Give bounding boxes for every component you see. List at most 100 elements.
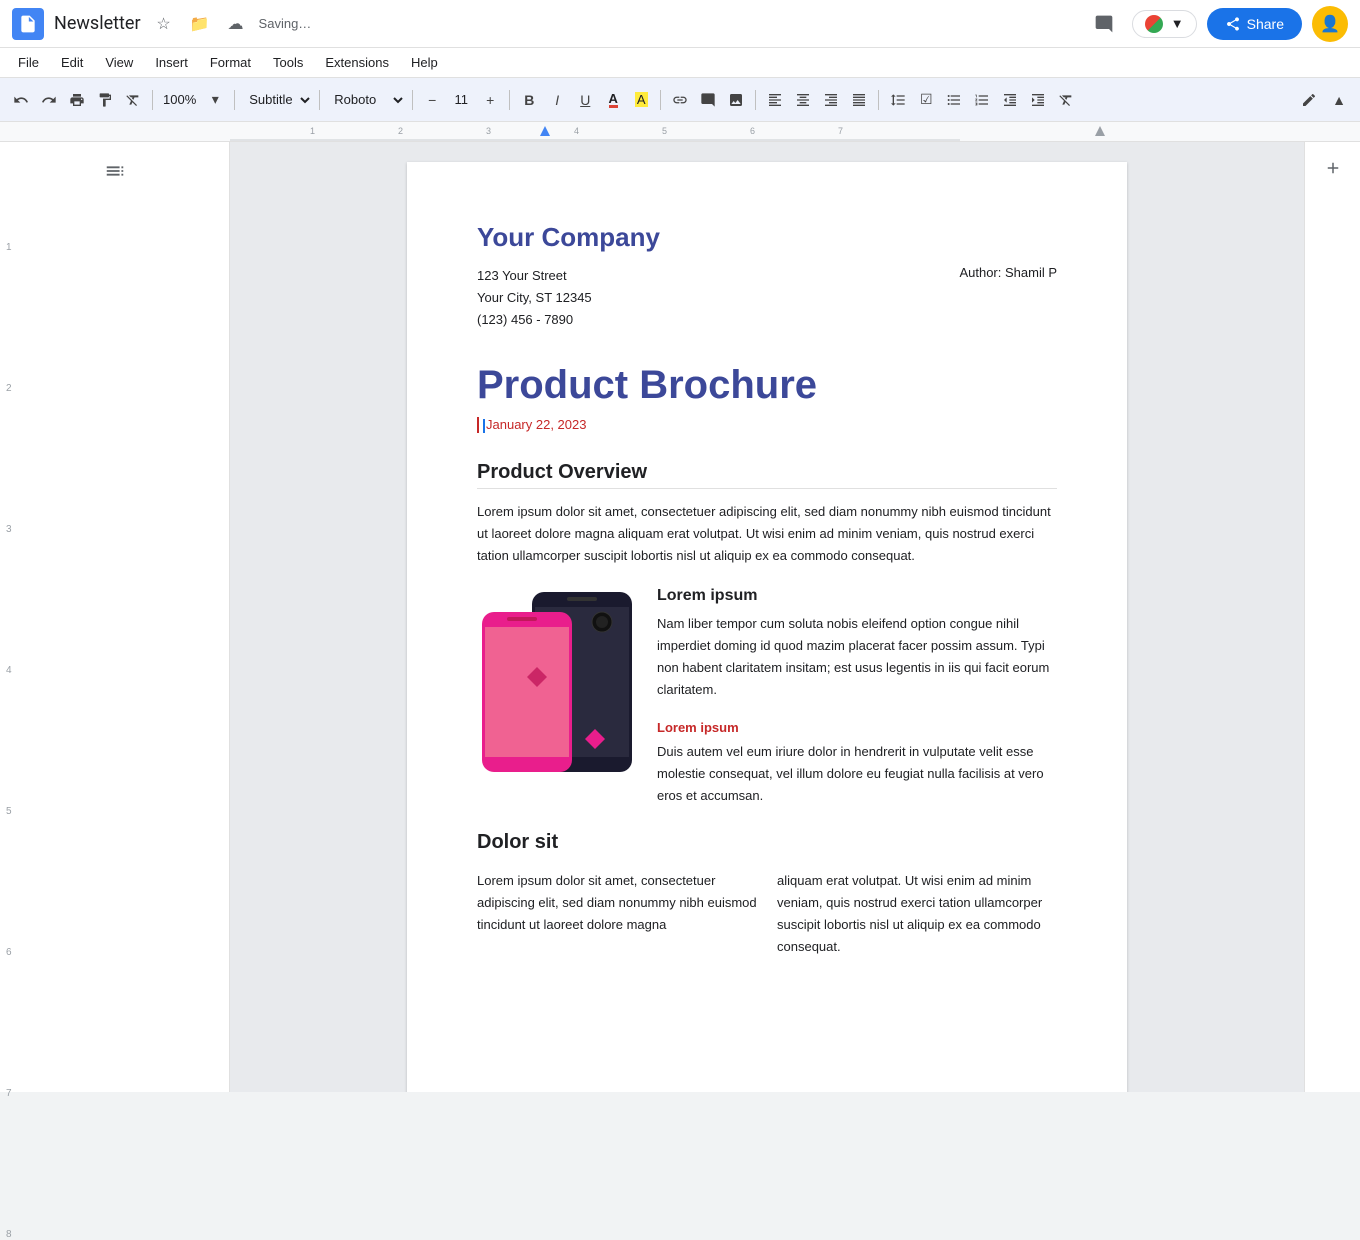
sep7 xyxy=(755,90,756,110)
zoom-dropdown[interactable]: ▾ xyxy=(202,86,228,114)
overview-body[interactable]: Lorem ipsum dolor sit amet, consectetuer… xyxy=(477,501,1057,567)
star-button[interactable]: ☆ xyxy=(149,9,179,39)
menu-help[interactable]: Help xyxy=(401,51,448,74)
bullet-list-button[interactable] xyxy=(941,86,967,114)
bold-button[interactable]: B xyxy=(516,86,542,114)
title-bar: Newsletter ☆ 📁 ☁ Saving… ▼ Share 👤 xyxy=(0,0,1360,48)
line-spacing-button[interactable] xyxy=(885,86,911,114)
font-size-decrease[interactable]: − xyxy=(419,86,445,114)
text-color-button[interactable]: A xyxy=(600,86,626,114)
sidebar: 1 2 3 4 5 6 7 8 xyxy=(0,142,230,1092)
sep6 xyxy=(660,90,661,110)
main-layout: 1 2 3 4 5 6 7 8 Your Company 123 Your St… xyxy=(0,142,1360,1092)
cursor xyxy=(483,419,485,433)
link-button[interactable] xyxy=(667,86,693,114)
sep3 xyxy=(319,90,320,110)
toolbar-right: ▲ xyxy=(1296,86,1352,114)
lorem-sub-heading[interactable]: Lorem ipsum xyxy=(657,720,1057,735)
image-text-block: Lorem ipsum Nam liber tempor cum soluta … xyxy=(477,587,1057,807)
section-heading-overview: Product Overview xyxy=(477,461,1057,489)
comment-inline-button[interactable] xyxy=(695,86,721,114)
chevron-up-button[interactable]: ▲ xyxy=(1326,86,1352,114)
page-marker-1: 1 xyxy=(6,242,12,253)
address-left: 123 Your Street Your City, ST 12345 (123… xyxy=(477,265,592,331)
menu-file[interactable]: File xyxy=(8,51,49,74)
align-left-button[interactable] xyxy=(762,86,788,114)
indent-decrease-button[interactable] xyxy=(997,86,1023,114)
page-marker-3: 3 xyxy=(6,524,12,535)
svg-text:1: 1 xyxy=(310,126,315,136)
toolbar: 100% ▾ Subtitle Roboto − 11 + B I U A A xyxy=(0,78,1360,122)
address-block: 123 Your Street Your City, ST 12345 (123… xyxy=(477,265,1057,331)
checklist-button[interactable]: ☑ xyxy=(913,86,939,114)
zoom-control[interactable]: 100% ▾ xyxy=(159,86,228,114)
menu-insert[interactable]: Insert xyxy=(145,51,198,74)
italic-button[interactable]: I xyxy=(544,86,570,114)
address-line2: Your City, ST 12345 xyxy=(477,287,592,309)
col-left: Lorem ipsum dolor sit amet, consectetuer… xyxy=(477,870,757,958)
page-marker-5: 5 xyxy=(6,806,12,817)
menu-bar: File Edit View Insert Format Tools Exten… xyxy=(0,48,1360,78)
clear-format-button[interactable] xyxy=(120,86,146,114)
clear-format-button2[interactable] xyxy=(1053,86,1079,114)
svg-text:4: 4 xyxy=(574,126,579,136)
saving-status: Saving… xyxy=(259,16,312,31)
numbered-list-button[interactable] xyxy=(969,86,995,114)
page-marker-7: 7 xyxy=(6,1088,12,1099)
sep1 xyxy=(152,90,153,110)
svg-text:2: 2 xyxy=(398,126,403,136)
font-size-input[interactable]: 11 xyxy=(447,92,475,107)
page-marker-4: 4 xyxy=(6,665,12,676)
lorem-body: Nam liber tempor cum soluta nobis eleife… xyxy=(657,613,1057,701)
zoom-value[interactable]: 100% xyxy=(159,90,200,109)
document-title[interactable]: Newsletter xyxy=(54,13,141,34)
image-button[interactable] xyxy=(723,86,749,114)
sep8 xyxy=(878,90,879,110)
title-section: Newsletter ☆ 📁 ☁ Saving… xyxy=(54,9,1086,39)
user-avatar[interactable]: 👤 xyxy=(1312,6,1348,42)
doc-main-title[interactable]: Product Brochure xyxy=(477,361,1057,409)
share-button[interactable]: Share xyxy=(1207,8,1302,40)
zoom-in-button[interactable] xyxy=(1317,152,1349,184)
title-icons: ☆ 📁 ☁ xyxy=(149,9,251,39)
svg-text:3: 3 xyxy=(486,126,491,136)
underline-button[interactable]: U xyxy=(572,86,598,114)
menu-tools[interactable]: Tools xyxy=(263,51,313,74)
menu-view[interactable]: View xyxy=(95,51,143,74)
phone-image xyxy=(477,587,637,777)
two-col-layout: Lorem ipsum dolor sit amet, consectetuer… xyxy=(477,870,1057,958)
highlight-button[interactable]: A xyxy=(628,86,654,114)
outline-icon[interactable] xyxy=(98,154,132,194)
menu-edit[interactable]: Edit xyxy=(51,51,93,74)
col-right: aliquam erat volutpat. Ut wisi enim ad m… xyxy=(777,870,1057,958)
text-block-right: Lorem ipsum Nam liber tempor cum soluta … xyxy=(657,587,1057,807)
document-page[interactable]: Your Company 123 Your Street Your City, … xyxy=(407,162,1127,1092)
print-button[interactable] xyxy=(64,86,90,114)
company-name[interactable]: Your Company xyxy=(477,222,1057,253)
page-marker-6: 6 xyxy=(6,947,12,958)
align-center-button[interactable] xyxy=(790,86,816,114)
bookmark-button[interactable]: 📁 xyxy=(185,9,215,39)
comment-button[interactable] xyxy=(1086,6,1122,42)
indent-increase-button[interactable] xyxy=(1025,86,1051,114)
paint-format-button[interactable] xyxy=(92,86,118,114)
align-justify-button[interactable] xyxy=(846,86,872,114)
paragraph-style-select[interactable]: Subtitle xyxy=(241,86,313,114)
doc-date[interactable]: January 22, 2023 xyxy=(477,417,1057,433)
editing-mode-button[interactable] xyxy=(1296,86,1322,114)
redo-button[interactable] xyxy=(36,86,62,114)
undo-button[interactable] xyxy=(8,86,34,114)
cloud-button[interactable]: ☁ xyxy=(221,9,251,39)
page-marker-2: 2 xyxy=(6,383,12,394)
author-info: Author: Shamil P xyxy=(959,265,1057,280)
page-markers: 1 2 3 4 5 6 7 8 xyxy=(6,142,12,1092)
font-select[interactable]: Roboto xyxy=(326,86,406,114)
menu-extensions[interactable]: Extensions xyxy=(315,51,399,74)
font-size-increase[interactable]: + xyxy=(477,86,503,114)
svg-text:6: 6 xyxy=(750,126,755,136)
meet-button[interactable]: ▼ xyxy=(1132,10,1197,38)
dolor-sit-heading: Dolor sit xyxy=(477,831,1057,854)
page-area[interactable]: Your Company 123 Your Street Your City, … xyxy=(230,142,1304,1092)
align-right-button[interactable] xyxy=(818,86,844,114)
menu-format[interactable]: Format xyxy=(200,51,261,74)
